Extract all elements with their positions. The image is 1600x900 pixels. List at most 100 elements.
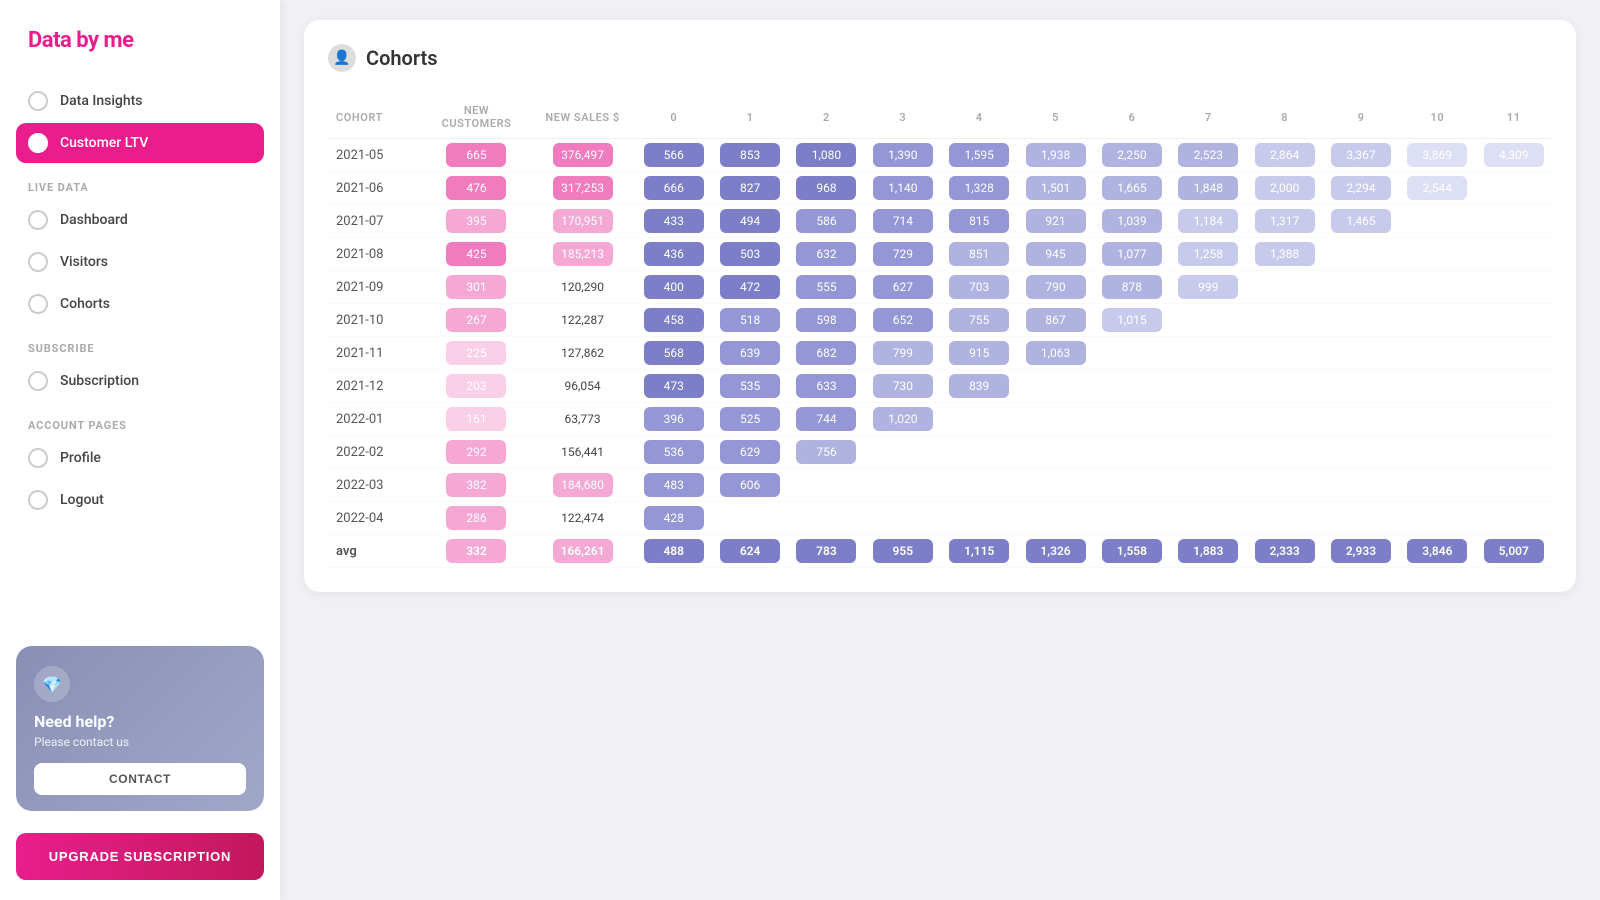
cell-cohort: 2021-06 xyxy=(328,172,423,205)
cell-new-customers: 476 xyxy=(423,172,529,205)
cell-period-4: 1,115 xyxy=(941,535,1017,568)
contact-button[interactable]: CONTACT xyxy=(34,763,246,795)
cell-period-11: 4,309 xyxy=(1476,139,1552,172)
cell-period-10 xyxy=(1399,370,1475,403)
cell-period-6 xyxy=(1094,370,1170,403)
app-logo: Data by me xyxy=(0,0,280,73)
sidebar-item-cohorts[interactable]: Cohorts xyxy=(16,284,264,324)
cell-new-customers: 267 xyxy=(423,304,529,337)
cell-period-10 xyxy=(1399,502,1475,535)
cell-period-7: 1,848 xyxy=(1170,172,1246,205)
cell-period-3: 1,140 xyxy=(865,172,941,205)
sidebar-item-label: Logout xyxy=(60,492,104,508)
cell-period-8 xyxy=(1246,403,1322,436)
th-period-11: 11 xyxy=(1476,96,1552,139)
help-subtitle: Please contact us xyxy=(34,735,246,749)
help-card: 💎 Need help? Please contact us CONTACT xyxy=(16,646,264,811)
sidebar-item-data-insights[interactable]: Data Insights xyxy=(16,81,264,121)
cell-period-9: 2,294 xyxy=(1323,172,1399,205)
cell-period-2: 555 xyxy=(788,271,864,304)
cell-new-sales: 184,680 xyxy=(530,469,636,502)
cell-new-customers: 665 xyxy=(423,139,529,172)
cell-period-6: 1,039 xyxy=(1094,205,1170,238)
table-row: 2021-08425185,2134365036327298519451,077… xyxy=(328,238,1552,271)
cell-period-9 xyxy=(1323,304,1399,337)
cell-period-9 xyxy=(1323,337,1399,370)
cell-new-sales: 166,261 xyxy=(530,535,636,568)
cell-period-7 xyxy=(1170,304,1246,337)
cell-period-11 xyxy=(1476,502,1552,535)
sidebar-item-label: Visitors xyxy=(60,254,108,270)
cell-period-2: 1,080 xyxy=(788,139,864,172)
cell-period-8 xyxy=(1246,436,1322,469)
cell-period-7 xyxy=(1170,436,1246,469)
cell-new-sales: 170,951 xyxy=(530,205,636,238)
cohorts-icon: 👤 xyxy=(328,44,356,72)
table-row: 2022-03382184,680483606 xyxy=(328,469,1552,502)
cell-period-11 xyxy=(1476,370,1552,403)
cell-period-2: 968 xyxy=(788,172,864,205)
sidebar-item-logout[interactable]: Logout xyxy=(16,480,264,520)
cell-period-6: 2,250 xyxy=(1094,139,1170,172)
cell-period-9: 3,367 xyxy=(1323,139,1399,172)
sidebar-item-profile[interactable]: Profile xyxy=(16,438,264,478)
cell-period-3: 652 xyxy=(865,304,941,337)
cell-period-4: 1,328 xyxy=(941,172,1017,205)
upgrade-button[interactable]: UPGRADE SUBSCRIPTION xyxy=(16,833,264,880)
cell-period-1: 827 xyxy=(712,172,788,205)
th-period-8: 8 xyxy=(1246,96,1322,139)
cell-new-sales: 127,862 xyxy=(530,337,636,370)
nav-dot xyxy=(28,91,48,111)
cell-period-11 xyxy=(1476,436,1552,469)
cell-new-customers: 425 xyxy=(423,238,529,271)
cell-new-sales: 122,287 xyxy=(530,304,636,337)
cell-period-1: 525 xyxy=(712,403,788,436)
cell-period-11 xyxy=(1476,337,1552,370)
cell-period-6: 878 xyxy=(1094,271,1170,304)
main-content: 👤 Cohorts COHORT NEW CUSTOMERS NEW SALES… xyxy=(280,0,1600,900)
cell-period-0: 568 xyxy=(636,337,712,370)
cell-period-9 xyxy=(1323,403,1399,436)
sidebar-item-subscription[interactable]: Subscription xyxy=(16,361,264,401)
cell-period-10: 3,869 xyxy=(1399,139,1475,172)
cell-new-customers: 161 xyxy=(423,403,529,436)
cell-period-1: 624 xyxy=(712,535,788,568)
cell-period-4: 815 xyxy=(941,205,1017,238)
cell-period-4: 1,595 xyxy=(941,139,1017,172)
cell-period-9 xyxy=(1323,370,1399,403)
cell-new-sales: 156,441 xyxy=(530,436,636,469)
cell-new-sales: 96,054 xyxy=(530,370,636,403)
cell-period-10 xyxy=(1399,469,1475,502)
card-title: Cohorts xyxy=(366,46,438,70)
cell-cohort: 2021-08 xyxy=(328,238,423,271)
table-row: 2021-10267122,2874585185986527558671,015 xyxy=(328,304,1552,337)
cell-period-5 xyxy=(1017,502,1093,535)
cell-period-7 xyxy=(1170,337,1246,370)
cell-period-10 xyxy=(1399,271,1475,304)
cell-period-9 xyxy=(1323,436,1399,469)
cell-period-1 xyxy=(712,502,788,535)
sidebar-item-customer-ltv[interactable]: Customer LTV xyxy=(16,123,264,163)
cell-period-0: 400 xyxy=(636,271,712,304)
cell-period-10 xyxy=(1399,238,1475,271)
cell-period-5 xyxy=(1017,370,1093,403)
cell-new-customers: 301 xyxy=(423,271,529,304)
nav-dot xyxy=(28,490,48,510)
cell-period-8 xyxy=(1246,370,1322,403)
cell-period-4 xyxy=(941,403,1017,436)
cell-period-1: 535 xyxy=(712,370,788,403)
sidebar-item-visitors[interactable]: Visitors xyxy=(16,242,264,282)
cell-period-0: 473 xyxy=(636,370,712,403)
cell-period-1: 472 xyxy=(712,271,788,304)
cell-period-9: 1,465 xyxy=(1323,205,1399,238)
cell-period-6: 1,015 xyxy=(1094,304,1170,337)
sidebar-item-dashboard[interactable]: Dashboard xyxy=(16,200,264,240)
sidebar: Data by me Data Insights Customer LTV LI… xyxy=(0,0,280,900)
cell-period-9 xyxy=(1323,469,1399,502)
cell-period-10 xyxy=(1399,337,1475,370)
table-row: 2022-0116163,7733965257441,020 xyxy=(328,403,1552,436)
nav-dot-active xyxy=(28,133,48,153)
cell-period-4: 851 xyxy=(941,238,1017,271)
cell-new-customers: 225 xyxy=(423,337,529,370)
th-period-9: 9 xyxy=(1323,96,1399,139)
